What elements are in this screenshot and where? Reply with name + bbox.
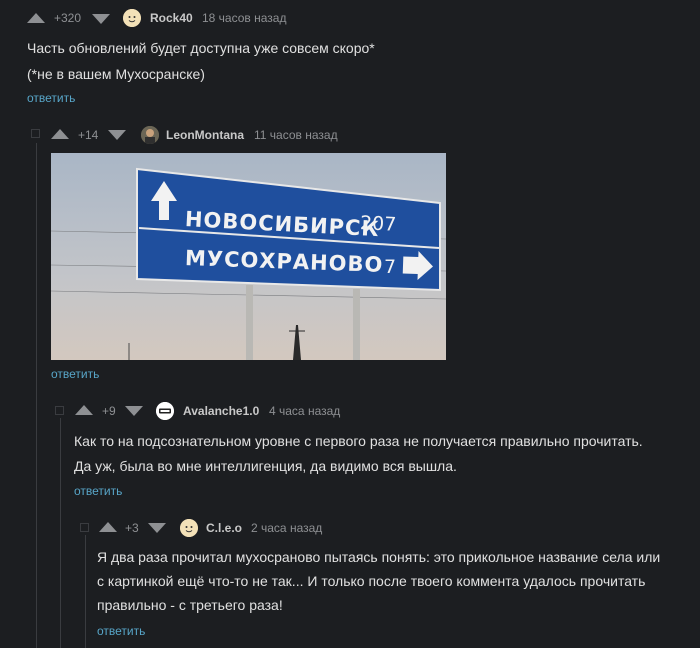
user-avatar-icon[interactable]: [141, 126, 159, 144]
upvote-button[interactable]: [27, 13, 45, 23]
reply-link[interactable]: ответить: [27, 91, 75, 105]
thread-line: [36, 143, 37, 648]
reply-link[interactable]: ответить: [97, 624, 145, 638]
comment-time[interactable]: 2 часа назад: [251, 521, 322, 535]
comment-time[interactable]: 4 часа назад: [269, 404, 340, 418]
user-avatar-icon[interactable]: [180, 519, 198, 537]
comment-username[interactable]: C.l.e.o: [206, 521, 242, 535]
user-avatar-icon[interactable]: [156, 402, 174, 420]
comment-image[interactable]: НОВОСИБИРСК 207 МУСОХРАНОВО 7: [51, 153, 446, 360]
comment-rating: +9: [102, 404, 116, 418]
comment-text-line: Часть обновлений будет доступна уже совс…: [27, 40, 375, 56]
upvote-button[interactable]: [51, 129, 69, 139]
upvote-button[interactable]: [99, 522, 117, 532]
collapse-thread-button[interactable]: [55, 406, 64, 415]
sign-top-km: 207: [359, 212, 397, 236]
reply-link[interactable]: ответить: [51, 367, 99, 381]
comment-text-line: Как то на подсознательном уровне с перво…: [74, 433, 643, 449]
comment-username[interactable]: Avalanche1.0: [183, 404, 259, 418]
comment-rating: +320: [54, 11, 82, 25]
collapse-thread-button[interactable]: [31, 129, 40, 138]
comment-username[interactable]: LeonMontana: [166, 128, 244, 142]
comment-username[interactable]: Rock40: [150, 11, 193, 25]
comment-text-line: правильно - с третьего раза!: [97, 597, 283, 613]
downvote-button[interactable]: [125, 406, 143, 416]
thread-line: [60, 418, 61, 648]
upvote-button[interactable]: [75, 405, 93, 415]
reply-link[interactable]: ответить: [74, 484, 122, 498]
downvote-button[interactable]: [148, 523, 166, 533]
comment-rating: +3: [125, 521, 139, 535]
comment-text-line: Да уж, была во мне интеллигенция, да вид…: [74, 458, 457, 474]
comment-time[interactable]: 18 часов назад: [202, 11, 286, 25]
comment-text-line: (*не в вашем Мухосранске): [27, 66, 205, 82]
user-avatar-icon[interactable]: [123, 9, 141, 27]
downvote-button[interactable]: [108, 130, 126, 140]
comment-rating: +14: [78, 128, 99, 142]
collapse-thread-button[interactable]: [80, 523, 89, 532]
comment-time[interactable]: 11 часов назад: [254, 128, 338, 142]
thread-line: [85, 535, 86, 648]
downvote-button[interactable]: [92, 14, 110, 24]
sign-bottom-km: 7: [384, 256, 397, 278]
